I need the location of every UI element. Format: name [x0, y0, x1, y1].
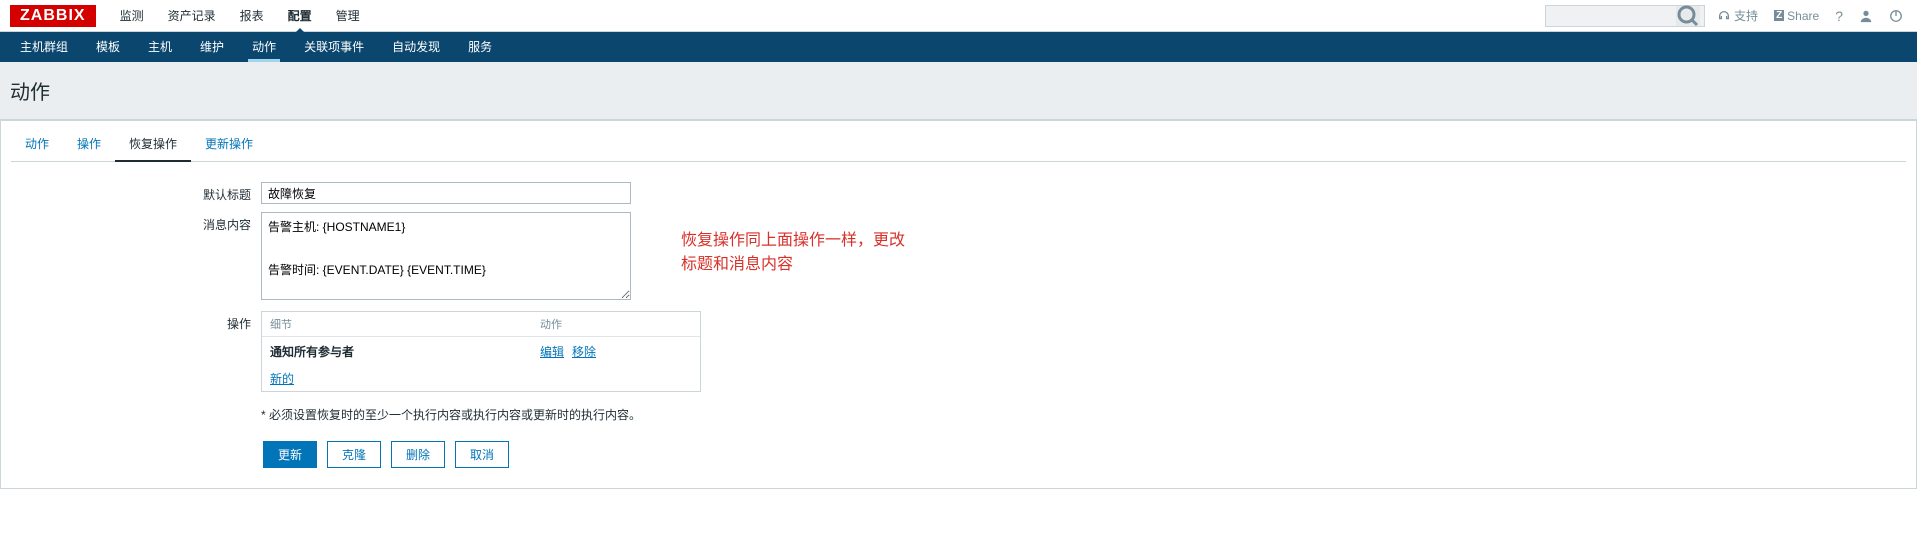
top-nav-administration[interactable]: 管理 [324, 0, 372, 32]
annotation-text: 恢复操作同上面操作一样，更改标题和消息内容 [681, 226, 911, 274]
top-right: 支持 Z Share ? [1545, 5, 1907, 27]
row-default-title: 默认标题 [11, 182, 911, 204]
operations-label: 操作 [11, 311, 261, 392]
ops-new-link[interactable]: 新的 [270, 372, 294, 386]
sub-nav-hostgroups[interactable]: 主机群组 [6, 32, 82, 62]
message-label: 消息内容 [11, 212, 261, 303]
search-icon [1676, 4, 1700, 28]
sub-nav-discovery[interactable]: 自动发现 [378, 32, 454, 62]
sub-nav-hosts[interactable]: 主机 [134, 32, 186, 62]
share-link[interactable]: Z Share [1770, 9, 1823, 23]
ops-header-detail: 细节 [262, 312, 532, 336]
tab-recovery-operations[interactable]: 恢复操作 [115, 127, 191, 162]
sub-nav-actions[interactable]: 动作 [238, 32, 290, 62]
power-icon [1889, 9, 1903, 23]
top-nav: 监测 资产记录 报表 配置 管理 [108, 0, 1545, 32]
headset-icon [1717, 9, 1731, 23]
help-link[interactable]: ? [1831, 8, 1847, 24]
row-operations: 操作 细节 动作 通知所有参与者 编辑 移除 新的 [11, 311, 911, 392]
support-label: 支持 [1734, 7, 1758, 24]
logo[interactable]: ZABBIX [10, 5, 96, 27]
user-icon [1859, 9, 1873, 23]
ops-header-action: 动作 [532, 312, 570, 336]
ops-new-row: 新的 [262, 366, 700, 391]
sub-nav: 主机群组 模板 主机 维护 动作 关联项事件 自动发现 服务 [0, 32, 1917, 62]
top-header: ZABBIX 监测 资产记录 报表 配置 管理 支持 Z Share ? [0, 0, 1917, 32]
default-title-input[interactable] [261, 182, 631, 204]
ops-header: 细节 动作 [262, 312, 700, 337]
sub-nav-templates[interactable]: 模板 [82, 32, 134, 62]
operations-table: 细节 动作 通知所有参与者 编辑 移除 新的 [261, 311, 701, 392]
sub-nav-correlation[interactable]: 关联项事件 [290, 32, 378, 62]
top-nav-configuration[interactable]: 配置 [276, 0, 324, 32]
search-input[interactable] [1546, 9, 1676, 23]
top-nav-reports[interactable]: 报表 [228, 0, 276, 32]
support-link[interactable]: 支持 [1713, 7, 1762, 24]
help-icon: ? [1835, 8, 1843, 24]
update-button[interactable]: 更新 [263, 441, 317, 468]
tab-action[interactable]: 动作 [11, 127, 63, 161]
share-label: Share [1787, 9, 1819, 23]
ops-edit-link[interactable]: 编辑 [540, 343, 564, 360]
row-note: * 必须设置恢复时的至少一个执行内容或执行内容或更新时的执行内容。 [11, 400, 911, 429]
content: 动作 操作 恢复操作 更新操作 默认标题 消息内容 恢复操作同上面操作一样，更改… [0, 120, 1917, 489]
user-link[interactable] [1855, 9, 1877, 23]
logout-link[interactable] [1885, 9, 1907, 23]
page-title: 动作 [0, 62, 1917, 120]
search-box [1545, 5, 1705, 27]
message-textarea[interactable] [261, 212, 631, 300]
z-icon: Z [1774, 10, 1784, 21]
row-message: 消息内容 恢复操作同上面操作一样，更改标题和消息内容 [11, 212, 911, 303]
ops-remove-link[interactable]: 移除 [572, 343, 596, 360]
default-title-label: 默认标题 [11, 182, 261, 204]
ops-row: 通知所有参与者 编辑 移除 [262, 337, 700, 366]
form: 默认标题 消息内容 恢复操作同上面操作一样，更改标题和消息内容 操作 细节 动作 [11, 182, 911, 468]
tab-operations[interactable]: 操作 [63, 127, 115, 161]
sub-nav-maintenance[interactable]: 维护 [186, 32, 238, 62]
top-nav-inventory[interactable]: 资产记录 [156, 0, 228, 32]
tabs: 动作 操作 恢复操作 更新操作 [11, 127, 1906, 162]
ops-row-detail: 通知所有参与者 [270, 343, 540, 360]
button-row: 更新 克隆 删除 取消 [11, 441, 911, 468]
cancel-button[interactable]: 取消 [455, 441, 509, 468]
delete-button[interactable]: 删除 [391, 441, 445, 468]
tab-update-operations[interactable]: 更新操作 [191, 127, 267, 161]
top-nav-monitoring[interactable]: 监测 [108, 0, 156, 32]
required-note: * 必须设置恢复时的至少一个执行内容或执行内容或更新时的执行内容。 [261, 400, 911, 429]
clone-button[interactable]: 克隆 [327, 441, 381, 468]
sub-nav-services[interactable]: 服务 [454, 32, 506, 62]
search-button[interactable] [1676, 6, 1700, 26]
